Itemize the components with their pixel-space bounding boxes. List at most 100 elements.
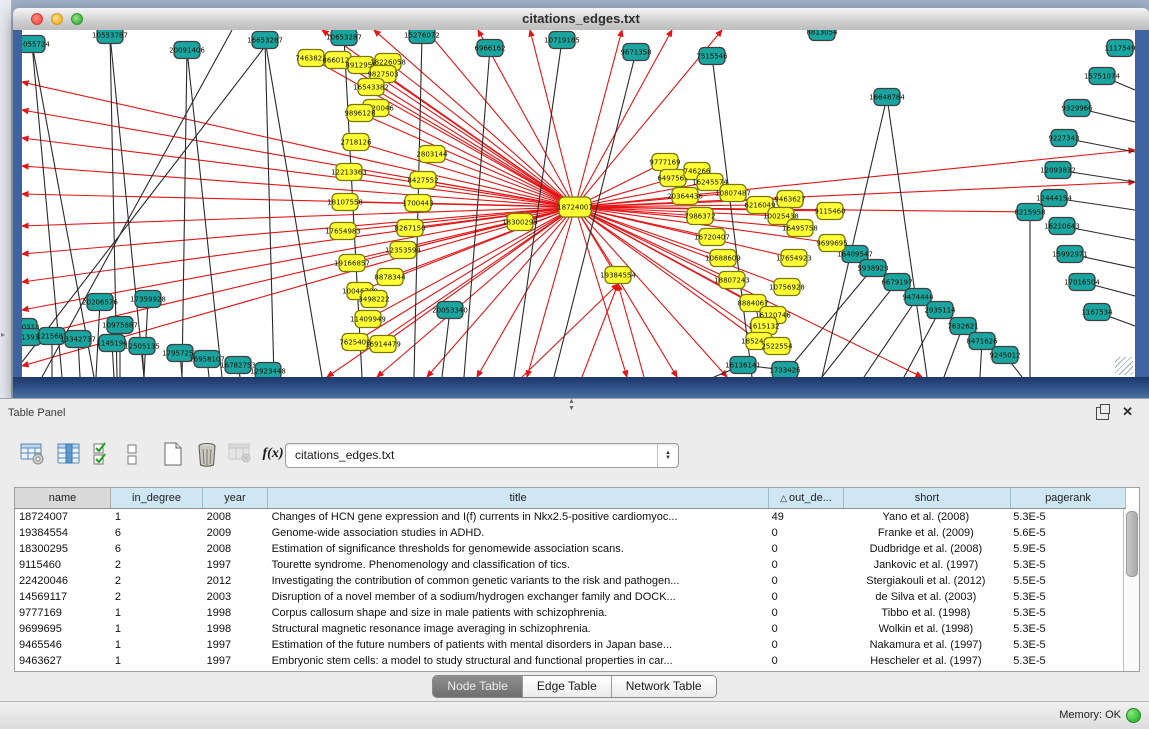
graph-node-label: 16136141 [725, 362, 761, 370]
table-cell: 5.3E-5 [1009, 653, 1124, 669]
side-panel-edge: ▸ [0, 0, 12, 398]
graph-edge [712, 56, 752, 377]
table-cell: 49 [768, 509, 843, 525]
clear-selection-button[interactable] [118, 439, 148, 469]
graph-node-label: 10975887 [102, 322, 138, 330]
table-row[interactable]: 977716911998Corpus callosum shape and si… [15, 605, 1124, 621]
graph-edge [22, 40, 270, 362]
graph-node-label: 16409547 [837, 251, 873, 259]
table-cell: 0 [768, 653, 843, 669]
table-cell: Estimation of the future numbers of pati… [268, 637, 768, 653]
table-row[interactable]: 1830029562008Estimation of significance … [15, 541, 1124, 557]
table-header-row: namein_degreeyeartitle△out_de...shortpag… [15, 488, 1126, 509]
graph-node-label: 17654983 [325, 228, 361, 236]
table-cell: Dudbridge et al. (2008) [843, 541, 1010, 557]
graph-edge [432, 154, 575, 207]
graph-node-label: 2522554 [761, 343, 793, 351]
graph-edge [32, 44, 94, 377]
table-cell: 6 [111, 525, 203, 541]
table-cell: 9465546 [15, 637, 111, 653]
graph-node-label: 1733426 [769, 367, 801, 375]
select-columns-button[interactable] [88, 439, 118, 469]
table-cell: Disruption of a novel member of a sodium… [268, 589, 768, 605]
column-header-outde[interactable]: △out_de... [769, 488, 844, 508]
graph-node-label: 9227343 [1048, 135, 1079, 143]
table-row[interactable]: 946554611997Estimation of the future num… [15, 637, 1124, 653]
table-cell: 0 [768, 589, 843, 605]
show-columns-button[interactable] [54, 439, 84, 469]
column-header-pagerank[interactable]: pagerank [1011, 488, 1126, 508]
graph-node-label: 1117549 [1104, 45, 1135, 53]
import-table-disabled-button [226, 439, 256, 469]
float-panel-icon[interactable] [1096, 407, 1109, 420]
table-row[interactable]: 2242004622012Investigating the contribut… [15, 573, 1124, 589]
window-titlebar[interactable]: citations_edges.txt [13, 8, 1149, 31]
table-cell: 5.3E-5 [1009, 509, 1124, 525]
delete-table-button[interactable] [192, 439, 222, 469]
table-cell: 1 [111, 509, 203, 525]
table-cell: 14569117 [15, 589, 111, 605]
table-cell: 5.9E-5 [1009, 541, 1124, 557]
table-cell: 9699695 [15, 621, 111, 637]
table-selector-value: citations_edges.txt [295, 448, 394, 462]
graph-node-label: 20364436 [667, 193, 703, 201]
function-builder-button[interactable]: f(x) [258, 439, 288, 469]
memory-status-indicator[interactable] [1126, 708, 1141, 723]
graph-edge [187, 50, 222, 377]
network-canvas[interactable]: 1405572410553787200914061665328710653287… [22, 30, 1135, 377]
tab-network-table[interactable]: Network Table [612, 676, 716, 697]
table-row[interactable]: 946362711997Embryonic stem cells: a mode… [15, 653, 1124, 669]
graph-node-label: 18107558 [327, 199, 363, 207]
resize-grip-icon[interactable] [1115, 357, 1133, 375]
table-cell: 2 [111, 557, 203, 573]
graph-edge [182, 50, 187, 377]
attribute-table: namein_degreeyeartitle△out_de...shortpag… [14, 487, 1140, 672]
vertical-scrollbar[interactable] [1123, 509, 1139, 671]
graph-node-label: 13342737 [60, 336, 96, 344]
graph-node-label: 6679197 [881, 279, 912, 287]
table-row[interactable]: 1456911722003Disruption of a novel membe… [15, 589, 1124, 605]
close-panel-icon[interactable]: ✕ [1122, 404, 1133, 420]
graph-node-label: 12444154 [1036, 195, 1072, 203]
column-header-indegree[interactable]: in_degree [111, 488, 203, 508]
graph-node-label: 16543382 [353, 84, 389, 92]
column-header-year[interactable]: year [203, 488, 268, 508]
table-panel-header: Table Panel ✕ [0, 399, 1149, 427]
column-header-short[interactable]: short [844, 488, 1011, 508]
table-row[interactable]: 1872400712008Changes of HCN gene express… [15, 509, 1124, 525]
graph-node-label: 18724007 [557, 204, 593, 212]
table-cell: Estimation of significance thresholds fo… [268, 541, 768, 557]
window-title: citations_edges.txt [13, 11, 1149, 26]
graph-node-label: 1615132 [748, 323, 779, 331]
graph-node-label: 18807243 [714, 277, 750, 285]
table-row[interactable]: 969969511998Structural magnetic resonanc… [15, 621, 1124, 637]
graph-node-label: 8215958 [1014, 209, 1045, 217]
graph-node-label: 9329966 [1061, 105, 1093, 113]
fx-icon: f(x) [263, 446, 284, 462]
scrollbar-thumb[interactable] [1126, 511, 1138, 577]
table-row[interactable]: 911546021997Tourette syndrome. Phenomeno… [15, 557, 1124, 573]
graph-edge [427, 207, 575, 377]
panel-collapse-arrow-icon[interactable]: ▸ [1, 330, 5, 339]
table-cell: Nakamura et al. (1997) [843, 637, 1010, 653]
table-cell: 5.3E-5 [1009, 621, 1124, 637]
memory-status-label: Memory: OK [1059, 709, 1121, 721]
table-cell: 5.5E-5 [1009, 573, 1124, 589]
dropdown-stepper-icon: ▲▼ [657, 444, 678, 467]
table-settings-button[interactable] [18, 439, 48, 469]
create-new-table-button[interactable] [158, 439, 188, 469]
table-cell: 9463627 [15, 653, 111, 669]
column-header-title[interactable]: title [268, 488, 769, 508]
column-header-name[interactable]: name [15, 488, 111, 508]
table-row[interactable]: 1938455462009Genome-wide association stu… [15, 525, 1124, 541]
graph-edge [575, 207, 627, 377]
table-selector-dropdown[interactable]: citations_edges.txt ▲▼ [285, 443, 679, 468]
table-cell: 19384554 [15, 525, 111, 541]
table-cell: 2003 [203, 589, 268, 605]
graph-node-label: 9671358 [620, 49, 651, 57]
table-cell: 2008 [203, 541, 268, 557]
tab-node-table[interactable]: Node Table [433, 676, 523, 697]
tab-edge-table[interactable]: Edge Table [523, 676, 612, 697]
graph-node-label: 12353594 [385, 247, 421, 255]
graph-node-label: 12923448 [250, 368, 286, 376]
